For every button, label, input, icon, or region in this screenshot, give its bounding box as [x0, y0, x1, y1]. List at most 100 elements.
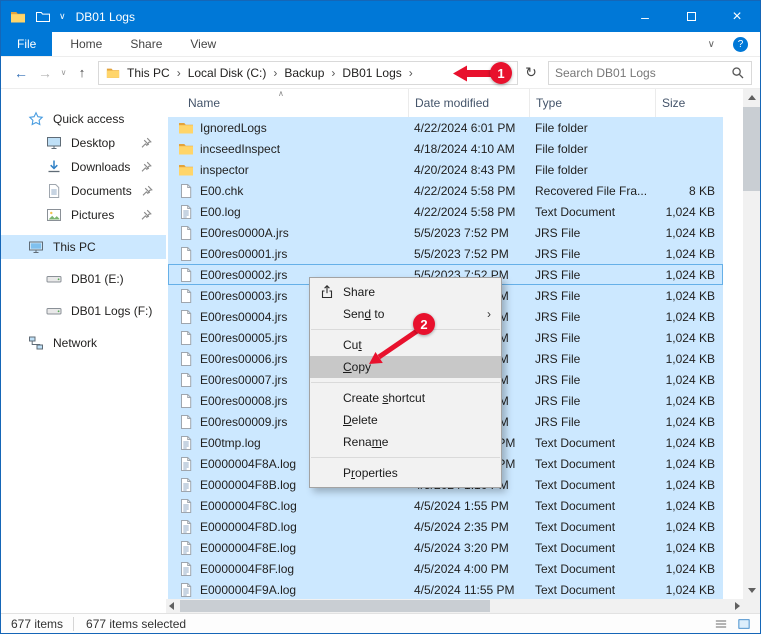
breadcrumb-chevron-icon[interactable]: ›	[270, 66, 280, 80]
file-row-e0000004f8d-log[interactable]: E0000004F8D.log4/5/2024 2:35 PMText Docu…	[168, 516, 723, 537]
file-date-modified: 4/22/2024 6:01 PM	[408, 121, 529, 135]
breadcrumb-segment-db01-logs[interactable]: DB01 Logs	[338, 66, 405, 80]
file-row-e0000004f8e-log[interactable]: E0000004F8E.log4/5/2024 3:20 PMText Docu…	[168, 537, 723, 558]
recent-locations-dropdown-icon[interactable]: ∨	[57, 68, 70, 77]
search-icon[interactable]	[731, 66, 745, 80]
file-type: Recovered File Fra...	[529, 184, 655, 198]
horizontal-scrollbar-thumb[interactable]	[180, 600, 490, 612]
minimize-button[interactable]: –	[622, 1, 668, 32]
file-row-e0000004f9a-log[interactable]: E0000004F9A.log4/5/2024 11:55 PMText Doc…	[168, 579, 723, 599]
file-size: 1,024 KB	[655, 331, 723, 345]
file-size: 1,024 KB	[655, 520, 723, 534]
column-header-name[interactable]: Name	[166, 89, 408, 117]
sidebar-item-db01-e[interactable]: DB01 (E:)	[1, 267, 166, 291]
file-name: E00res00008.jrs	[200, 394, 287, 408]
scroll-down-icon[interactable]	[743, 582, 760, 599]
context-menu: ShareSend to› CutCopy Create shortcutDelet…	[309, 277, 502, 488]
address-bar[interactable]: This PC›Local Disk (C:)›Backup›DB01 Logs…	[98, 61, 518, 85]
breadcrumb-chevron-icon[interactable]: ›	[406, 66, 416, 80]
maximize-icon	[687, 12, 696, 21]
tab-file[interactable]: File	[1, 32, 52, 56]
file-name: E00res00004.jrs	[200, 310, 287, 324]
details-view-button[interactable]	[711, 616, 731, 632]
scroll-left-icon[interactable]	[169, 599, 174, 613]
back-button[interactable]: ←	[9, 65, 33, 81]
file-row-inspector[interactable]: inspector4/20/2024 8:43 PMFile folder	[168, 159, 723, 180]
file-name: E00res00003.jrs	[200, 289, 287, 303]
context-menu-item-delete[interactable]: Delete	[310, 409, 501, 431]
quick-access-toolbar-dropdown-icon[interactable]: ∨	[59, 11, 66, 22]
file-size: 1,024 KB	[655, 562, 723, 576]
downloads-icon	[46, 159, 62, 175]
file-row-e00-chk[interactable]: E00.chk4/22/2024 5:58 PMRecovered File F…	[168, 180, 723, 201]
file-size: 8 KB	[655, 184, 723, 198]
maximize-button[interactable]	[668, 1, 714, 32]
file-row-e0000004f8c-log[interactable]: E0000004F8C.log4/5/2024 1:55 PMText Docu…	[168, 495, 723, 516]
sort-ascending-icon[interactable]: ∧	[278, 89, 284, 98]
tab-view[interactable]: View	[176, 32, 230, 56]
quick-access-toolbar-folder-icon[interactable]	[35, 9, 51, 25]
sidebar-item-quick-access[interactable]: Quick access	[1, 107, 166, 131]
scroll-right-icon[interactable]	[735, 599, 740, 613]
file-size: 1,024 KB	[655, 415, 723, 429]
file-name: E00.chk	[200, 184, 243, 198]
vertical-scrollbar-thumb[interactable]	[743, 107, 760, 191]
annotation-step-2: 2	[413, 313, 435, 335]
file-date-modified: 4/5/2024 1:55 PM	[408, 499, 529, 513]
column-header-type[interactable]: Type	[529, 89, 655, 117]
scroll-up-icon[interactable]	[743, 89, 760, 106]
thumbnails-view-button[interactable]	[734, 616, 754, 632]
file-icon	[178, 351, 194, 367]
file-row-e00res0000a-jrs[interactable]: E00res0000A.jrs5/5/2023 7:52 PMJRS File1…	[168, 222, 723, 243]
file-row-e0000004f8f-log[interactable]: E0000004F8F.log4/5/2024 4:00 PMText Docu…	[168, 558, 723, 579]
context-menu-item-rename[interactable]: Rename	[310, 431, 501, 453]
file-name: E0000004F8F.log	[200, 562, 294, 576]
breadcrumb-segment-local-disk-c[interactable]: Local Disk (C:)	[184, 66, 271, 80]
breadcrumb-chevron-icon[interactable]: ›	[328, 66, 338, 80]
breadcrumb-segment-this-pc[interactable]: This PC	[123, 66, 174, 80]
sidebar-item-pictures[interactable]: Pictures	[1, 203, 166, 227]
column-header-date-modified[interactable]: Date modified	[408, 89, 529, 117]
submenu-arrow-icon: ›	[487, 307, 491, 321]
breadcrumb-segment-backup[interactable]: Backup	[280, 66, 328, 80]
context-menu-item-copy[interactable]: Copy	[310, 356, 501, 378]
file-name: E0000004F8D.log	[200, 520, 297, 534]
log-icon	[178, 435, 194, 451]
breadcrumb-chevron-icon[interactable]: ›	[174, 66, 184, 80]
sidebar-item-downloads[interactable]: Downloads	[1, 155, 166, 179]
refresh-button[interactable]: ↻	[518, 64, 544, 81]
file-row-e00-log[interactable]: E00.log4/22/2024 5:58 PMText Document1,0…	[168, 201, 723, 222]
file-row-ignoredlogs[interactable]: IgnoredLogs4/22/2024 6:01 PMFile folder	[168, 117, 723, 138]
help-button[interactable]: ?	[733, 37, 748, 52]
expand-ribbon-icon[interactable]: ∨	[708, 39, 715, 50]
context-menu-item-share[interactable]: Share	[310, 281, 501, 303]
file-row-incseedinspect[interactable]: incseedInspect4/18/2024 4:10 AMFile fold…	[168, 138, 723, 159]
context-menu-item-send-to[interactable]: Send to›	[310, 303, 501, 325]
up-button[interactable]: ↑	[70, 65, 94, 80]
sidebar-item-db01-logs-f[interactable]: DB01 Logs (F:)	[1, 299, 166, 323]
tab-share[interactable]: Share	[116, 32, 176, 56]
close-button[interactable]: ×	[714, 1, 760, 32]
file-type: Text Document	[529, 583, 655, 597]
file-row-e00res00001-jrs[interactable]: E00res00001.jrs5/5/2023 7:52 PMJRS File1…	[168, 243, 723, 264]
forward-button[interactable]: →	[33, 65, 57, 81]
context-menu-item-create-shortcut[interactable]: Create shortcut	[310, 387, 501, 409]
sidebar-item-desktop[interactable]: Desktop	[1, 131, 166, 155]
tab-home[interactable]: Home	[56, 32, 116, 56]
vertical-scrollbar[interactable]	[743, 89, 760, 599]
breadcrumb: This PC›Local Disk (C:)›Backup›DB01 Logs…	[123, 66, 416, 80]
file-type: JRS File	[529, 226, 655, 240]
search-input[interactable]	[555, 66, 731, 80]
file-name-cell: E00res00001.jrs	[168, 246, 408, 262]
context-menu-item-properties[interactable]: Properties	[310, 462, 501, 484]
sidebar-item-label: Downloads	[71, 160, 130, 174]
sidebar-item-this-pc[interactable]: This PC	[1, 235, 166, 259]
context-menu-item-cut[interactable]: Cut	[310, 334, 501, 356]
file-name-cell: E00.chk	[168, 183, 408, 199]
column-header-size[interactable]: Size	[655, 89, 725, 117]
file-date-modified: 5/5/2023 7:52 PM	[408, 226, 529, 240]
documents-icon	[46, 183, 62, 199]
sidebar-item-documents[interactable]: Documents	[1, 179, 166, 203]
sidebar-item-network[interactable]: Network	[1, 331, 166, 355]
horizontal-scrollbar[interactable]	[166, 599, 743, 613]
